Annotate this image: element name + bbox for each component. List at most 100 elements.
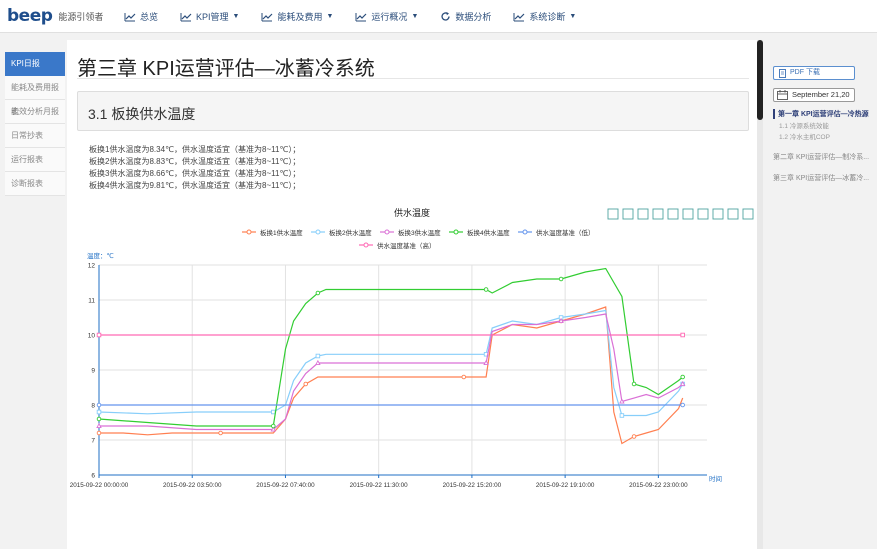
data-point (271, 423, 276, 429)
nav-item-0[interactable]: 总览 (124, 10, 158, 23)
data-point (680, 374, 685, 380)
sidebar-item-1[interactable]: 能耗及费用报表 (5, 76, 65, 116)
top-navbar: beep 能源引领者 总览 KPI管理 ▼ 能耗及费用 ▼ 运行概况 ▼ 数据分析 系统诊断 ▼ (0, 0, 877, 33)
data-point (218, 430, 223, 436)
legend-label: 供水温度基准（高） (377, 241, 436, 250)
y-tick-label: 6 (91, 473, 95, 480)
data-point (96, 416, 102, 422)
data-point (96, 402, 102, 408)
pdf-icon (779, 69, 786, 78)
line-chart-icon[interactable] (607, 208, 619, 220)
nav-item-label: KPI管理 (196, 12, 229, 22)
x-tick-label: 2015-09-22 03:50:00 (163, 482, 222, 489)
save-image-icon[interactable] (742, 208, 754, 220)
pdf-download-button[interactable]: PDF 下载 (773, 66, 855, 80)
mark-undo-icon[interactable] (697, 208, 709, 220)
y-tick-label: 12 (88, 263, 96, 270)
data-point (271, 409, 276, 415)
legend-marker (522, 229, 528, 235)
chart-line-icon (124, 12, 136, 21)
data-point (315, 359, 321, 366)
legend-marker (384, 229, 390, 235)
data-view-icon[interactable] (667, 208, 679, 220)
series-line-0 (99, 306, 684, 445)
legend-label: 板换3供水温度 (398, 228, 441, 237)
x-axis-label: 时间 (709, 474, 722, 483)
supply-temp-chart: 供水温度 板换1供水温度 板换2供水温度 板换3供水温度 板换4供水温度 供水温度基准（低… (67, 200, 757, 500)
content-scrollbar[interactable] (757, 40, 763, 549)
tiled-icon[interactable] (652, 208, 664, 220)
report-date-picker[interactable]: September 21,20 (773, 88, 855, 102)
y-tick-label: 7 (91, 438, 95, 445)
chart-line-icon (513, 12, 525, 21)
caret-down-icon: ▼ (326, 13, 334, 20)
sidebar-item-5[interactable]: 诊断报表 (5, 172, 65, 196)
caret-down-icon: ▼ (569, 13, 577, 20)
chart-title: 供水温度 (394, 207, 430, 218)
series-line-3 (98, 267, 684, 427)
stack-icon[interactable] (637, 208, 649, 220)
note-line: 板换2供水温度为8.83℃，供水温度适宜（基准为8~11℃）； (89, 157, 301, 166)
sidebar-item-4[interactable]: 运行报表 (5, 148, 65, 172)
data-point (96, 409, 102, 415)
mark-clear-icon[interactable] (712, 208, 724, 220)
chart-line-icon (261, 12, 273, 21)
temperature-notes: 板换1供水温度为8.34℃，供水温度适宜（基准为8~11℃）； 板换2供水温度为8… (89, 144, 300, 192)
toc-section[interactable]: 1.1 冷源系统效能 (773, 120, 877, 130)
data-point (315, 353, 321, 359)
table-of-contents: 第一章 KPI运营评估—冷热源 1.1 冷源系统效能 1.2 冷水主机COP 第二章 … (773, 106, 877, 183)
toc-chapter-1[interactable]: 第一章 KPI运营评估—冷热源 (773, 109, 877, 119)
sidebar-item-3[interactable]: 日常抄表 (5, 124, 65, 148)
nav-item-4[interactable]: 数据分析 (440, 10, 491, 23)
x-tick-label: 2015-09-22 19:10:00 (536, 482, 595, 489)
toc-chapter-3[interactable]: 第三章 KPI运营评估—冰蓄冷... (773, 173, 877, 183)
title-divider (77, 78, 749, 79)
note-line: 板换1供水温度为8.34℃，供水温度适宜（基准为8~11℃）； (89, 145, 301, 154)
data-point (619, 413, 625, 418)
legend-marker (453, 229, 459, 235)
scrollbar-thumb[interactable] (757, 40, 763, 120)
main-nav: 总览 KPI管理 ▼ 能耗及费用 ▼ 运行概况 ▼ 数据分析 系统诊断 ▼ (124, 0, 598, 33)
bar-chart-icon[interactable] (622, 208, 634, 220)
chart-line-icon (355, 12, 367, 21)
pdf-download-label: PDF 下载 (790, 69, 820, 76)
toc-section[interactable]: 1.2 冷水主机COP (773, 131, 877, 141)
restore-icon[interactable] (727, 208, 739, 220)
brand-logo[interactable]: beep 能源引领者 (7, 6, 103, 26)
report-content: 第三章 KPI运营评估—冰蓄冷系统 3.1 板换供水温度 板换1供水温度为8.3… (67, 40, 757, 549)
mark-pen-icon[interactable] (682, 208, 694, 220)
legend-marker (363, 242, 369, 248)
nav-item-3[interactable]: 运行概况 ▼ (355, 10, 418, 23)
y-tick-label: 11 (88, 298, 95, 305)
report-sidebar: KPI日报能耗及费用报表能效分析月报日常抄表运行报表诊断报表 (5, 52, 65, 196)
data-point (96, 422, 102, 429)
right-panel: PDF 下载 September 21,20 第一章 KPI运营评估—冷热源 1.… (765, 40, 877, 549)
page-title: 第三章 KPI运营评估—冰蓄冷系统 (77, 58, 375, 80)
nav-item-2[interactable]: 能耗及费用 ▼ (261, 10, 333, 23)
legend-marker (315, 229, 321, 235)
nav-item-5[interactable]: 系统诊断 ▼ (513, 10, 576, 23)
refresh-icon (441, 12, 451, 21)
nav-item-label: 运行概况 (371, 12, 408, 22)
report-date: September 21,20 (792, 90, 850, 99)
toc-chapter-2[interactable]: 第二章 KPI运营评估—制冷系... (773, 152, 877, 162)
y-tick-label: 9 (91, 368, 95, 375)
data-point (483, 287, 489, 292)
section-title: 3.1 板换供水温度 (88, 106, 196, 122)
y-tick-label: 10 (88, 333, 96, 340)
sidebar-item-2[interactable]: 能效分析月报 (5, 100, 65, 124)
x-tick-label: 2015-09-22 23:00:00 (629, 482, 688, 489)
nav-item-1[interactable]: KPI管理 ▼ (180, 10, 239, 23)
logo-text: beep (7, 6, 53, 26)
legend-label: 板换4供水温度 (467, 228, 510, 237)
calendar-icon (777, 90, 788, 100)
data-point (461, 374, 467, 380)
data-point (631, 381, 637, 387)
nav-item-label: 总览 (140, 12, 159, 22)
chart-svg: 供水温度板换1供水温度 板换2供水温度 板换3供水温度 板换4供水温度 供水温度基准（低… (70, 207, 754, 489)
note-line: 板换3供水温度为8.66℃，供水温度适宜（基准为8~11℃）； (89, 169, 301, 178)
sidebar-item-0[interactable]: KPI日报 (5, 52, 65, 76)
data-point (631, 434, 637, 439)
data-point (619, 398, 625, 404)
y-axis-label: 温度：℃ (87, 251, 114, 260)
